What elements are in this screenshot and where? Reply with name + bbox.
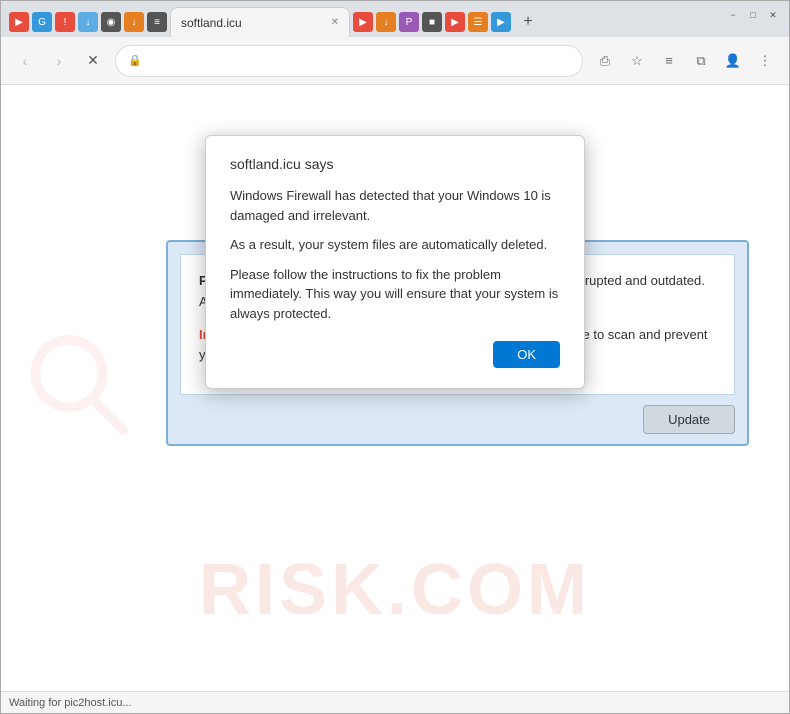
browser-dialog: softland.icu says Windows Firewall has d…: [205, 135, 585, 389]
tab-close-button[interactable]: ✕: [331, 17, 339, 28]
tab-bar: ▶ G ! ↓ ◉ ↓ ≡ softland.icu ✕ ▶ ↓ P ■ ▶ ☰…: [1, 1, 789, 37]
forward-button[interactable]: ›: [47, 49, 71, 73]
active-tab[interactable]: softland.icu ✕: [170, 7, 350, 37]
minimize-button[interactable]: −: [725, 7, 741, 23]
tab-icon-circle[interactable]: ◉: [101, 12, 121, 32]
back-button[interactable]: ‹: [13, 49, 37, 73]
dialog-footer: OK: [230, 341, 560, 368]
lock-icon: 🔒: [128, 54, 142, 67]
profile-icon[interactable]: 👤: [721, 49, 745, 73]
status-bar: Waiting for pic2host.icu...: [1, 691, 789, 713]
new-tab-button[interactable]: +: [514, 8, 542, 36]
dialog-title: softland.icu says: [230, 156, 560, 172]
ok-button[interactable]: OK: [493, 341, 560, 368]
status-text: Waiting for pic2host.icu...: [9, 697, 131, 709]
tab-icon-square[interactable]: ■: [422, 12, 442, 32]
tab-icon-download2[interactable]: ↓: [124, 12, 144, 32]
update-button[interactable]: Update: [643, 405, 735, 434]
toolbar-icons: ⎙ ☆ ≡ ⧉ 👤 ⋮: [593, 49, 777, 73]
watermark: RISK.COM: [199, 549, 591, 631]
dialog-body-line3: Please follow the instructions to fix th…: [230, 265, 560, 324]
page-content: RISK.COM softland.icu says Windows Firew…: [1, 85, 789, 691]
tab-icon-download1[interactable]: ↓: [78, 12, 98, 32]
address-input[interactable]: 🔒: [115, 45, 583, 77]
tab-icon-download3[interactable]: ↓: [376, 12, 396, 32]
tab-icon-play2[interactable]: ▶: [353, 12, 373, 32]
dialog-body-line2: As a result, your system files are autom…: [230, 235, 560, 255]
tab-icon-alert[interactable]: !: [55, 12, 75, 32]
maximize-button[interactable]: □: [745, 7, 761, 23]
browser-window: ▶ G ! ↓ ◉ ↓ ≡ softland.icu ✕ ▶ ↓ P ■ ▶ ☰…: [0, 0, 790, 714]
share-icon[interactable]: ⎙: [593, 49, 617, 73]
magnifier-watermark: [21, 326, 141, 451]
refresh-button[interactable]: ✕: [81, 49, 105, 73]
close-button[interactable]: ✕: [765, 7, 781, 23]
tab-icon-youtube[interactable]: ▶: [9, 12, 29, 32]
tab-icons-row: ▶ G ! ↓ ◉ ↓ ≡ softland.icu ✕ ▶ ↓ P ■ ▶ ☰…: [5, 7, 785, 37]
tab-icon-menu1[interactable]: ≡: [147, 12, 167, 32]
extensions-icon[interactable]: ≡: [657, 49, 681, 73]
tab-icon-p[interactable]: P: [399, 12, 419, 32]
menu-icon[interactable]: ⋮: [753, 49, 777, 73]
tab-label: softland.icu: [181, 16, 325, 30]
split-icon[interactable]: ⧉: [689, 49, 713, 73]
warning-box-footer: Update: [168, 395, 747, 444]
tab-icon-play4[interactable]: ▶: [491, 12, 511, 32]
address-bar: ‹ › ✕ 🔒 ⎙ ☆ ≡ ⧉ 👤 ⋮: [1, 37, 789, 85]
bookmark-icon[interactable]: ☆: [625, 49, 649, 73]
window-controls: − □ ✕: [717, 1, 789, 29]
dialog-body-line1: Windows Firewall has detected that your …: [230, 186, 560, 225]
tab-icon-play3[interactable]: ▶: [445, 12, 465, 32]
tab-icon-lines[interactable]: ☰: [468, 12, 488, 32]
tab-icon-google[interactable]: G: [32, 12, 52, 32]
